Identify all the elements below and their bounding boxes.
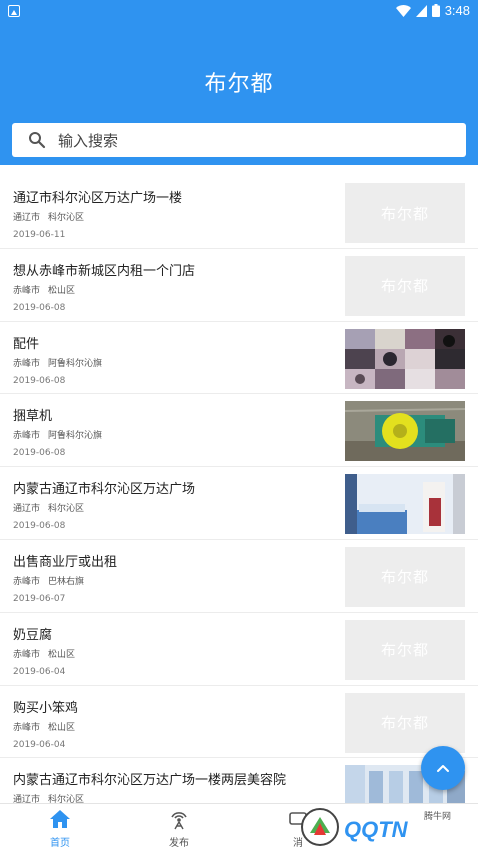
list-item[interactable]: 奶豆腐 赤峰市 松山区 2019-06-04 布尔都	[0, 613, 478, 686]
wifi-icon	[395, 4, 411, 17]
home-icon	[50, 810, 70, 828]
item-thumbnail	[345, 401, 465, 462]
search-icon	[29, 132, 46, 149]
item-date: 2019-06-07	[13, 593, 66, 604]
item-location: 赤峰市 松山区	[13, 720, 75, 733]
nav-item-messages[interactable]: 消	[268, 808, 328, 849]
salon-room-photo	[345, 474, 465, 535]
item-title: 奶豆腐	[13, 627, 53, 643]
list-item[interactable]: 内蒙古通辽市科尔沁区万达广场 通辽市 科尔沁区 2019-06-08	[0, 467, 478, 540]
item-city: 通辽市	[13, 504, 41, 515]
thumbnail-placeholder-text: 布尔都	[380, 714, 429, 733]
item-city: 通辽市	[13, 213, 41, 223]
item-title: 出售商业厅或出租	[13, 554, 118, 570]
item-thumbnail: 布尔都	[345, 619, 465, 680]
item-date: 2019-06-08	[13, 302, 66, 313]
item-city: 赤峰市	[13, 576, 41, 587]
item-date: 2019-06-08	[13, 521, 66, 532]
item-date: 2019-06-04	[13, 666, 66, 677]
item-district: 松山区	[48, 722, 76, 733]
nav-item-publish[interactable]: 发布	[149, 808, 209, 849]
item-district: 科尔沁区	[48, 504, 85, 515]
item-title: 购买小笨鸡	[13, 700, 79, 716]
nav-item-home[interactable]: 首页	[30, 808, 90, 849]
search-placeholder: 输入搜索	[58, 131, 119, 150]
list-item[interactable]: 购买小笨鸡 赤峰市 松山区 2019-06-04 布尔都	[0, 686, 478, 759]
item-title: 通辽市科尔沁区万达广场一楼	[13, 191, 183, 206]
item-city: 赤峰市	[13, 431, 41, 442]
item-location: 通辽市 科尔沁区	[13, 210, 84, 223]
chevron-up-icon	[437, 765, 449, 772]
thumbnail-placeholder-text: 布尔都	[380, 204, 429, 223]
item-title: 捆草机	[13, 409, 53, 425]
item-location: 赤峰市 松山区	[13, 283, 75, 296]
item-district: 巴林右旗	[48, 576, 85, 587]
search-input[interactable]: 输入搜索	[12, 123, 466, 157]
parts-photo	[345, 328, 465, 389]
item-thumbnail: 布尔都	[345, 255, 465, 316]
status-bar: 3:48	[0, 0, 478, 24]
item-thumbnail: 布尔都	[345, 692, 465, 753]
item-district: 松山区	[48, 285, 76, 296]
nav-label-home: 首页	[50, 838, 70, 849]
item-location: 赤峰市 阿鲁科尔沁旗	[13, 356, 102, 369]
item-location: 赤峰市 巴林右旗	[13, 574, 84, 587]
thumbnail-placeholder-text: 布尔都	[380, 277, 429, 296]
item-district: 阿鲁科尔沁旗	[48, 358, 103, 369]
thumbnail-placeholder-text: 布尔都	[380, 641, 429, 660]
item-title: 想从赤峰市新城区内租一个门店	[13, 263, 196, 279]
app-notification-icon	[8, 5, 20, 17]
item-city: 赤峰市	[13, 285, 41, 296]
item-thumbnail: 布尔都	[345, 546, 465, 607]
list-item[interactable]: 想从赤峰市新城区内租一个门店 赤峰市 松山区 2019-06-08 布尔都	[0, 249, 478, 322]
item-title: 内蒙古通辽市科尔沁区万达广场	[13, 482, 196, 498]
scroll-to-top-button[interactable]	[421, 746, 465, 790]
item-district: 阿鲁科尔沁旗	[48, 431, 103, 442]
message-icon	[289, 812, 307, 825]
item-district: 科尔沁区	[48, 213, 85, 223]
item-city: 赤峰市	[13, 722, 41, 733]
list-item[interactable]: 通辽市科尔沁区万达广场一楼 通辽市 科尔沁区 2019-06-11 布尔都	[0, 176, 478, 249]
item-location: 赤峰市 阿鲁科尔沁旗	[13, 428, 102, 441]
header: 3:48 布尔都 输入搜索	[0, 0, 478, 165]
item-thumbnail	[345, 328, 465, 389]
list-item[interactable]: 配件 赤峰市 阿鲁科尔沁旗 2019-06-08	[0, 322, 478, 395]
thumbnail-placeholder-text: 布尔都	[380, 568, 429, 587]
status-time: 3:48	[444, 3, 470, 18]
battery-icon	[431, 4, 440, 17]
item-location: 赤峰市 松山区	[13, 647, 75, 660]
item-city: 赤峰市	[13, 649, 41, 660]
page-title: 布尔都	[204, 72, 274, 97]
item-date: 2019-06-08	[13, 448, 66, 459]
item-date: 2019-06-11	[13, 230, 66, 240]
item-title: 内蒙古通辽市科尔沁区万达广场一楼两层美容院	[13, 773, 287, 789]
nav-label-publish: 发布	[169, 838, 189, 849]
signal-icon	[415, 4, 427, 17]
nav-label-messages: 消	[293, 838, 303, 849]
baler-photo	[345, 401, 465, 462]
item-thumbnail: 布尔都	[345, 183, 465, 243]
item-date: 2019-06-04	[13, 739, 66, 750]
item-city: 赤峰市	[13, 358, 41, 369]
listing-feed: 通辽市科尔沁区万达广场一楼 通辽市 科尔沁区 2019-06-11 布尔都 想从赤…	[0, 176, 478, 832]
list-item[interactable]: 出售商业厅或出租 赤峰市 巴林右旗 2019-06-07 布尔都	[0, 540, 478, 613]
item-title: 配件	[13, 336, 40, 352]
bottom-nav: 首页 发布 消	[0, 803, 478, 851]
item-date: 2019-06-08	[13, 375, 66, 386]
item-district: 松山区	[48, 649, 76, 660]
item-location: 通辽市 科尔沁区	[13, 501, 84, 514]
status-indicators: 3:48	[395, 3, 470, 18]
item-thumbnail	[345, 474, 465, 535]
list-item[interactable]: 捆草机 赤峰市 阿鲁科尔沁旗 2019-06-08	[0, 394, 478, 468]
broadcast-icon	[171, 812, 187, 830]
